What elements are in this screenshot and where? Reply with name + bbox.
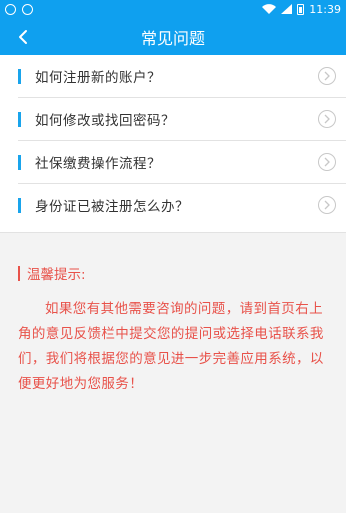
- chevron-right-icon: [318, 196, 336, 214]
- battery-icon: [297, 3, 305, 15]
- chevron-right-icon: [318, 110, 336, 128]
- faq-item-payment[interactable]: 社保缴费操作流程？: [18, 141, 346, 184]
- item-marker: [18, 197, 21, 213]
- tips-heading: 温馨提示:: [18, 263, 328, 283]
- faq-list: 如何注册新的账户？ 如何修改或找回密码？ 社保缴费操作流程？ 身份证已被注册怎么…: [0, 55, 346, 226]
- app-header: 常见问题: [0, 18, 346, 55]
- faq-item-id-registered[interactable]: 身份证已被注册怎么办？: [18, 184, 346, 226]
- status-time: 11:39: [309, 2, 341, 16]
- tips-marker: [18, 265, 20, 281]
- chevron-right-icon: [318, 67, 336, 85]
- faq-item-label: 如何注册新的账户？: [35, 70, 161, 86]
- chevron-left-icon: [19, 29, 27, 44]
- chevron-right-icon: [318, 153, 336, 171]
- wifi-icon: [262, 4, 277, 14]
- faq-item-label: 如何修改或找回密码？: [35, 113, 175, 129]
- list-divider: [0, 226, 346, 233]
- item-marker: [18, 111, 21, 127]
- tips-section: 温馨提示: 如果您有其他需要咨询的问题，请到首页右上角的意见反馈栏中提交您的提问…: [0, 233, 346, 397]
- item-marker: [18, 154, 21, 170]
- app-notification-icon: [22, 3, 33, 15]
- signal-icon: [281, 4, 293, 14]
- faq-item-label: 身份证已被注册怎么办？: [35, 199, 189, 215]
- app-notification-icon: [5, 3, 16, 15]
- faq-item-register[interactable]: 如何注册新的账户？: [18, 55, 346, 98]
- tips-title: 温馨提示:: [27, 267, 86, 283]
- status-bar: 11:39: [0, 0, 346, 18]
- page-title: 常见问题: [140, 28, 205, 48]
- back-button[interactable]: [10, 18, 36, 55]
- item-marker: [18, 68, 21, 84]
- faq-item-password[interactable]: 如何修改或找回密码？: [18, 98, 346, 141]
- tips-body: 如果您有其他需要咨询的问题，请到首页右上角的意见反馈栏中提交您的提问或选择电话联…: [18, 301, 324, 392]
- faq-item-label: 社保缴费操作流程？: [35, 156, 161, 172]
